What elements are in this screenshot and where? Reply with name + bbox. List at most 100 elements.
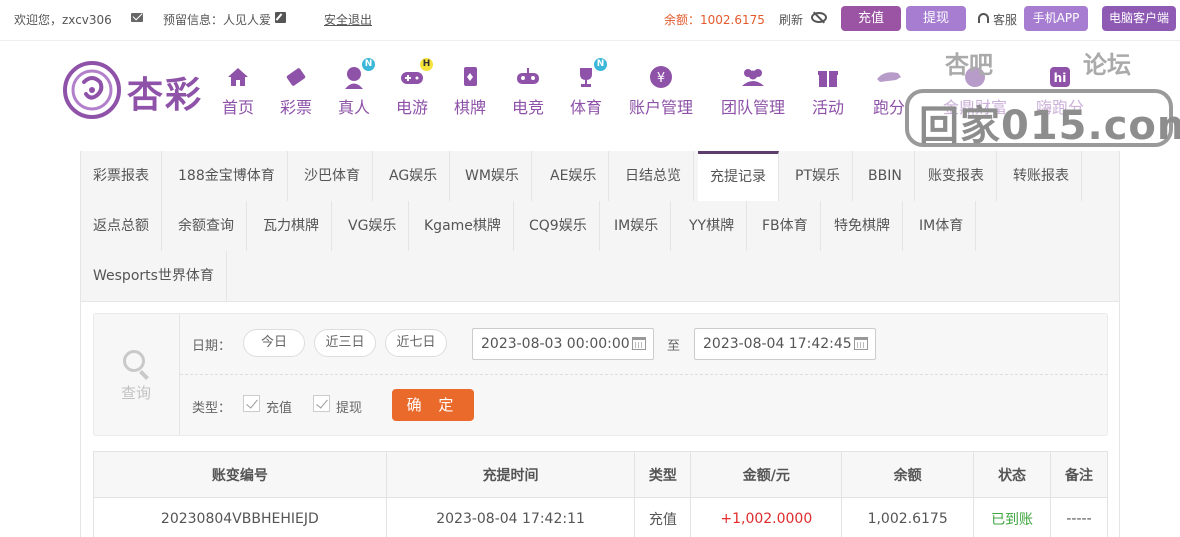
nav-events[interactable]: 活动 xyxy=(811,64,845,118)
tab-188-sports[interactable]: 188金宝博体育 xyxy=(166,151,288,201)
withdraw-checkbox[interactable] xyxy=(313,395,330,412)
nav-run[interactable]: 跑分 xyxy=(869,64,909,118)
nav-account[interactable]: ¥ 账户管理 xyxy=(627,64,695,118)
new-badge: N xyxy=(594,58,607,71)
report-tabs: 彩票报表 188金宝博体育 沙巴体育 AG娱乐 WM娱乐 AE娱乐 日结总览 充… xyxy=(81,151,1119,302)
query-divider xyxy=(180,374,1108,375)
reserved-info: 预留信息：人见人爱 xyxy=(163,13,272,27)
tab-fb-sports[interactable]: FB体育 xyxy=(750,201,821,251)
end-date-input[interactable]: 2023-08-04 17:42:45 xyxy=(694,328,876,360)
nav-hi-run[interactable]: hi 嗨跑分 xyxy=(1033,64,1087,118)
tab-ae[interactable]: AE娱乐 xyxy=(538,151,610,201)
gamepad-icon: H xyxy=(399,58,433,90)
recharge-button[interactable]: 充值 xyxy=(841,6,901,31)
tab-account-change-report[interactable]: 账变报表 xyxy=(916,151,997,201)
last-7-days-button[interactable]: 近七日 xyxy=(385,329,447,357)
nav-chess[interactable]: 棋牌 xyxy=(453,64,487,118)
today-button[interactable]: 今日 xyxy=(243,329,305,357)
wealth-icon xyxy=(965,67,985,87)
pc-client-button[interactable]: 电脑客户端 xyxy=(1102,6,1176,31)
divider xyxy=(0,40,1180,41)
hide-balance-icon[interactable] xyxy=(811,12,827,23)
hot-badge: H xyxy=(420,58,433,71)
tab-im-sports[interactable]: IM体育 xyxy=(907,201,977,251)
to-label: 至 xyxy=(667,339,681,354)
nav-label: 电竞 xyxy=(511,98,544,117)
logo-icon[interactable] xyxy=(62,60,122,120)
nav-home[interactable]: 首页 xyxy=(221,64,255,118)
nav-lottery[interactable]: 彩票 xyxy=(279,64,313,118)
start-date-value: 2023-08-03 00:00:00 xyxy=(481,336,630,352)
svg-text:¥: ¥ xyxy=(657,71,665,86)
nav-label: 跑分 xyxy=(872,98,905,117)
logout-link[interactable]: 安全退出 xyxy=(324,11,372,28)
nav-label: 首页 xyxy=(221,98,254,117)
table-header-row: 账变编号 充提时间 类型 金额/元 余额 状态 备注 xyxy=(93,451,1108,498)
tab-cq9[interactable]: CQ9娱乐 xyxy=(517,201,600,251)
nav-label: 体育 xyxy=(569,98,602,117)
col-transaction-id: 账变编号 xyxy=(93,451,387,498)
col-time: 充提时间 xyxy=(385,451,636,498)
content-panel: 彩票报表 188金宝博体育 沙巴体育 AG娱乐 WM娱乐 AE娱乐 日结总览 充… xyxy=(80,151,1120,537)
tab-ag[interactable]: AG娱乐 xyxy=(377,151,451,201)
tab-transfer-report[interactable]: 转账报表 xyxy=(1001,151,1082,201)
home-icon xyxy=(228,68,248,86)
mobile-app-button[interactable]: 手机APP xyxy=(1024,6,1088,31)
nav-slots[interactable]: H 电游 xyxy=(395,58,433,118)
tab-deposit-withdraw-records[interactable]: 充提记录 xyxy=(698,151,779,201)
calendar-icon[interactable] xyxy=(854,337,868,350)
nav-label: 电游 xyxy=(395,98,428,117)
withdraw-button[interactable]: 提现 xyxy=(906,6,966,31)
nav-label: 真人 xyxy=(337,98,370,117)
nav-label: 团队管理 xyxy=(720,98,785,117)
tab-temian-chess[interactable]: 特免棋牌 xyxy=(822,201,903,251)
tab-wm[interactable]: WM娱乐 xyxy=(453,151,532,201)
query-box: 查询 日期： 今日 近三日 近七日 2023-08-03 00:00:00 至 … xyxy=(93,313,1108,436)
watermark-text-right: 论坛 xyxy=(1083,50,1131,79)
cell-time: 2023-08-04 17:42:11 xyxy=(385,497,636,537)
account-icon: ¥ xyxy=(650,66,672,88)
search-icon xyxy=(123,350,145,372)
tab-vg[interactable]: VG娱乐 xyxy=(336,201,410,251)
mail-icon[interactable] xyxy=(131,13,143,22)
last-3-days-button[interactable]: 近三日 xyxy=(314,329,376,357)
tab-bbin[interactable]: BBIN xyxy=(856,151,915,201)
tab-saba-sports[interactable]: 沙巴体育 xyxy=(292,151,373,201)
tab-wesports[interactable]: Wesports世界体育 xyxy=(81,251,227,301)
tab-balance-query[interactable]: 余额查询 xyxy=(166,201,247,251)
tab-wali-chess[interactable]: 瓦力棋牌 xyxy=(251,201,332,251)
headset-icon xyxy=(978,13,989,23)
refresh-link[interactable]: 刷新 xyxy=(779,11,803,28)
nav-live[interactable]: N 真人 xyxy=(337,58,375,118)
col-type: 类型 xyxy=(634,451,692,498)
nav-team[interactable]: 团队管理 xyxy=(719,64,787,118)
type-label: 类型： xyxy=(192,401,232,416)
customer-service-link[interactable]: 客服 xyxy=(993,11,1017,28)
nav-esports[interactable]: 电竞 xyxy=(511,64,545,118)
logo-text[interactable]: 杏彩 xyxy=(127,66,203,118)
cell-status: 已到账 xyxy=(973,497,1052,537)
withdraw-checkbox-label[interactable]: 提现 xyxy=(336,397,362,416)
run-icon xyxy=(877,72,901,82)
top-bar: 欢迎您，zxcv306 预留信息：人见人爱 安全退出 余额：1002.6175 … xyxy=(0,0,1180,37)
confirm-button[interactable]: 确 定 xyxy=(392,389,474,421)
tab-pt[interactable]: PT娱乐 xyxy=(783,151,853,201)
tab-kgame-chess[interactable]: Kgame棋牌 xyxy=(412,201,514,251)
recharge-checkbox[interactable] xyxy=(243,395,260,412)
nav-label: 账户管理 xyxy=(628,98,693,117)
records-table: 账变编号 充提时间 类型 金额/元 余额 状态 备注 20230804VBBHE… xyxy=(93,451,1108,537)
col-amount: 金额/元 xyxy=(690,451,843,498)
end-date-value: 2023-08-04 17:42:45 xyxy=(703,336,852,352)
start-date-input[interactable]: 2023-08-03 00:00:00 xyxy=(472,328,654,360)
calendar-icon[interactable] xyxy=(632,337,646,350)
tab-lottery-report[interactable]: 彩票报表 xyxy=(81,151,162,201)
tab-yy-chess[interactable]: YY棋牌 xyxy=(677,201,748,251)
nav-label: 金鼎财富 xyxy=(942,98,1007,117)
tab-rebate-total[interactable]: 返点总额 xyxy=(81,201,162,251)
recharge-checkbox-label[interactable]: 充值 xyxy=(266,397,292,416)
nav-wealth[interactable]: 金鼎财富 xyxy=(941,64,1009,118)
tab-im[interactable]: IM娱乐 xyxy=(602,201,672,251)
edit-icon[interactable] xyxy=(275,12,286,23)
tab-daily-overview[interactable]: 日结总览 xyxy=(613,151,694,201)
nav-sports[interactable]: N 体育 xyxy=(569,58,607,118)
